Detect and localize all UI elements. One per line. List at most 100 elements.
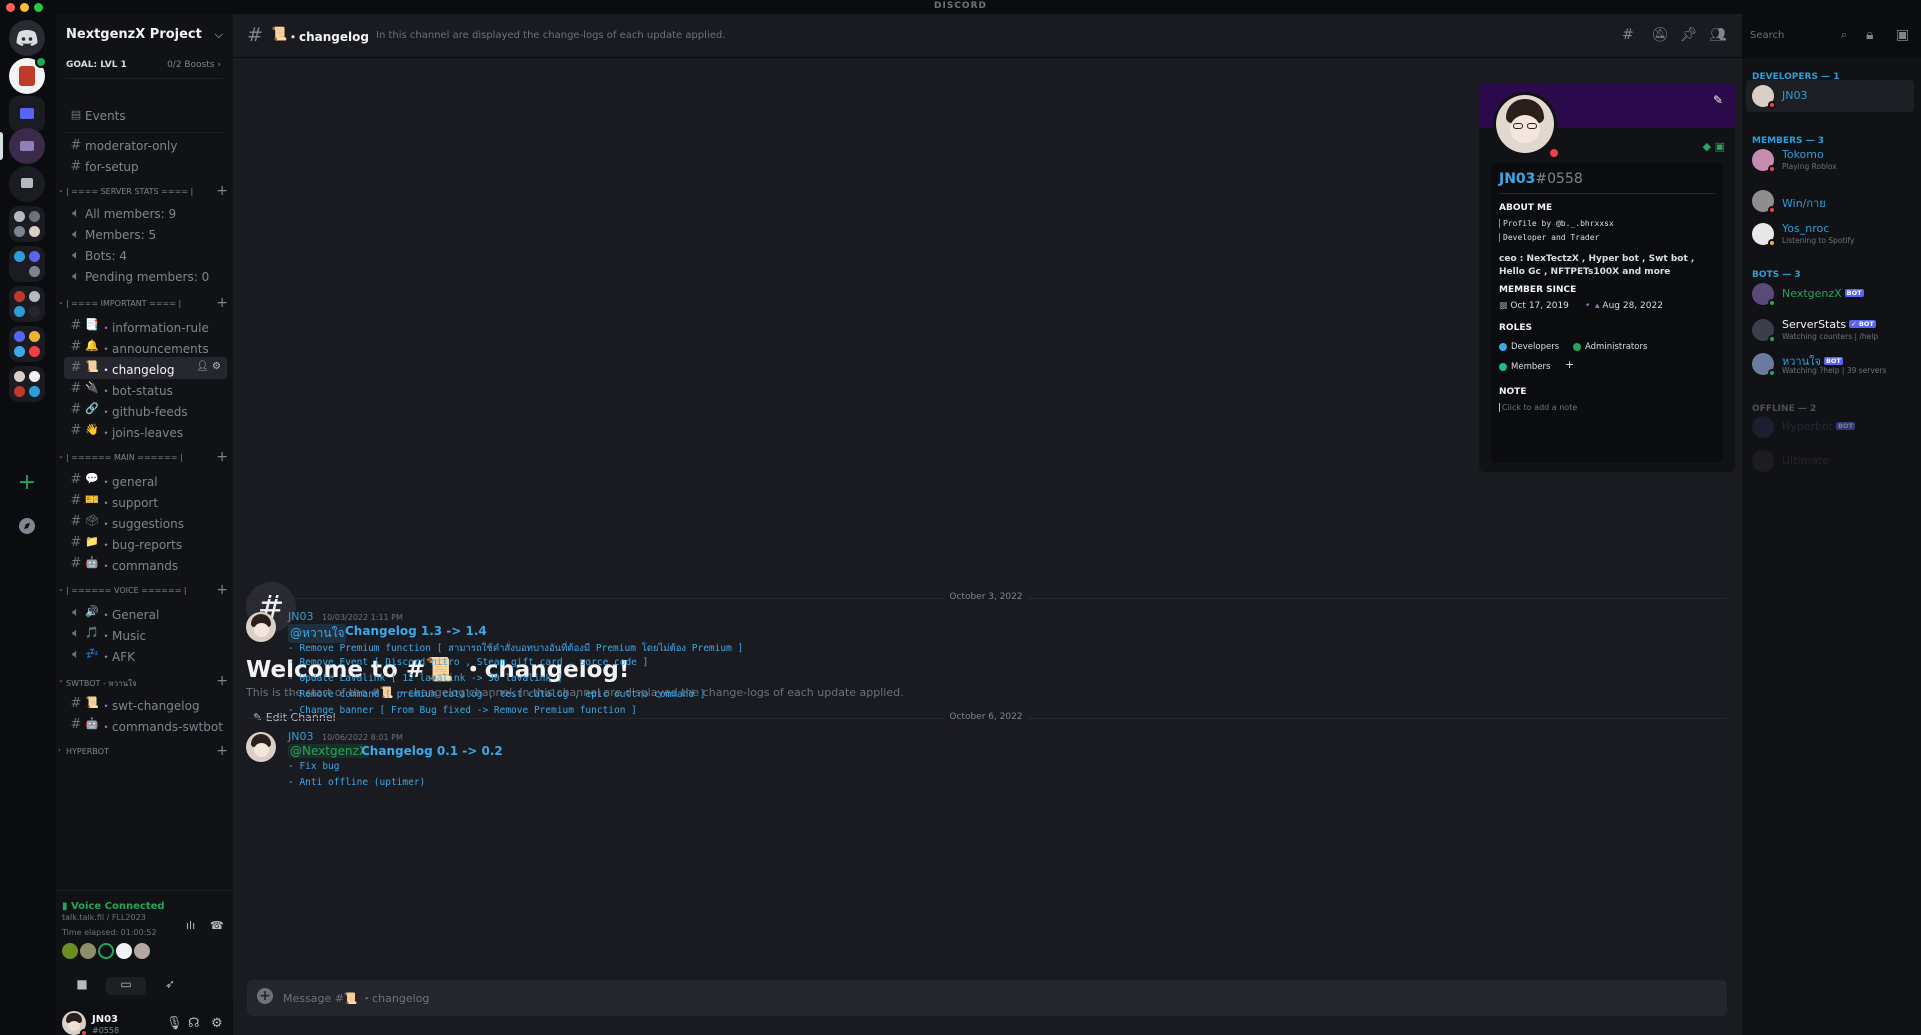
member-item[interactable]: JN03 [1746, 80, 1914, 112]
channel-moderator-only[interactable]: # moderator-only [64, 135, 227, 157]
channel-topic[interactable]: In this channel are displayed the change… [376, 30, 725, 41]
member-item[interactable]: Win/กาย [1746, 185, 1914, 217]
message-avatar[interactable] [246, 612, 276, 642]
member-item[interactable]: Yos_nroc Listening to Spotify [1746, 218, 1914, 250]
channel-emoji: 👋 [85, 423, 99, 436]
voice-participant-avatar[interactable] [116, 943, 132, 959]
inbox-icon[interactable]: ▣ [1896, 27, 1909, 43]
microphone-icon[interactable]: 🎙︎ [166, 1016, 183, 1031]
server-icon-nextgenzx[interactable] [9, 128, 45, 164]
channel-item[interactable]: # 🤖 ・commands-swtbot [64, 714, 227, 736]
voice-participant-avatar[interactable] [80, 943, 96, 959]
channel-item[interactable]: 🔈︎ 🔊 ・General [64, 602, 227, 624]
noise-suppression-icon[interactable]: ılı [186, 919, 195, 932]
server-header[interactable]: NextgenzX Project ⌵ [56, 14, 233, 58]
boost-count[interactable]: 0/2 Boosts › [167, 60, 221, 70]
channel-item[interactable]: # 🔔 ・announcements [64, 336, 227, 358]
category-header[interactable]: ⌄ | ====== VOICE ====== | + [58, 582, 228, 599]
threads-icon[interactable]: # [1622, 27, 1634, 43]
server-folder-5[interactable] [9, 366, 45, 402]
category-header[interactable]: ⌄ | ==== SERVER STATS ==== | + [58, 183, 228, 200]
channel-item[interactable]: 🔈︎ Pending members: 0 [64, 266, 227, 288]
channel-item[interactable]: # 👋 ・joins-leaves [64, 420, 227, 442]
member-item[interactable]: NextgenzX BOT [1746, 278, 1914, 310]
member-name: NextgenzX BOT [1782, 287, 1864, 300]
pencil-icon[interactable]: ✎ [1713, 93, 1723, 107]
channel-item[interactable]: 🔈︎ 💤 ・AFK [64, 644, 227, 666]
member-item[interactable]: Ultimate [1746, 445, 1914, 477]
channel-item[interactable]: 🔈︎ All members: 9 [64, 203, 227, 225]
member-item[interactable]: หวานใจ BOT Watching ?help | 39 servers [1746, 348, 1914, 380]
channel-item[interactable]: 🔈︎ Bots: 4 [64, 245, 227, 267]
channel-item[interactable]: # 💬 ・general [64, 469, 227, 491]
channel-item[interactable]: # 📁 ・bug-reports [64, 532, 227, 554]
add-role-icon[interactable]: + [1565, 358, 1574, 371]
discord-home-button[interactable] [9, 20, 45, 56]
category-header[interactable]: ⌄ SWTBOT - หวานใจ + [58, 673, 228, 690]
create-channel-icon[interactable]: + [216, 582, 228, 598]
member-list-icon[interactable]: 👥︎ [1709, 27, 1727, 43]
server-icon-dark[interactable] [9, 166, 45, 202]
member-item[interactable]: ServerStats ✓ BOT Watching counters | /hel… [1746, 314, 1914, 346]
message-input[interactable]: + Message #📜 ・changelog [247, 980, 1727, 1016]
channel-item[interactable]: # 📜 ・swt-changelog [64, 693, 227, 715]
voice-channel[interactable]: talk.talk.fil / FLL2023 [62, 913, 146, 922]
category-header[interactable]: ⌄ | ==== IMPORTANT ==== | + [58, 295, 228, 312]
pin-icon[interactable]: 📌︎ [1680, 27, 1698, 43]
create-channel-icon[interactable]: + [216, 183, 228, 199]
search-input[interactable]: Search ⌕ [1743, 25, 1853, 47]
member-item[interactable]: Hyperbot BOT [1746, 411, 1914, 443]
server-folder-1[interactable] [9, 206, 45, 242]
message-author[interactable]: JN03 [288, 610, 313, 623]
role-chip[interactable]: Members [1495, 359, 1555, 375]
voice-participant-avatar[interactable] [98, 943, 114, 959]
explore-servers-icon[interactable] [9, 508, 45, 544]
channel-for-setup[interactable]: # for-setup [64, 156, 227, 178]
note-input[interactable]: Click to add a note [1499, 403, 1577, 412]
member-item[interactable]: Tokomo Playing Roblox [1746, 144, 1914, 176]
screen-share-icon[interactable]: ▭ [106, 977, 146, 995]
add-server-icon[interactable]: + [9, 466, 45, 502]
server-folder-2[interactable] [9, 246, 45, 282]
events-item[interactable]: ▤ Events [64, 105, 227, 127]
server-folder-4[interactable] [9, 326, 45, 362]
create-channel-icon[interactable]: + [216, 743, 228, 759]
user-mention[interactable]: @NextgenzX [288, 744, 370, 758]
message-author[interactable]: JN03 [288, 730, 313, 743]
channel-item[interactable]: 🔈︎ 🎵 ・Music [64, 623, 227, 645]
create-channel-icon[interactable]: + [216, 295, 228, 311]
channel-item[interactable]: # 📜 ・changelog 👤︎ ⚙ [64, 357, 227, 379]
channel-item[interactable]: # 🗳 ・suggestions [64, 511, 227, 533]
invite-gear-icons[interactable]: 👤︎ ⚙ [196, 361, 221, 372]
lock-icon[interactable]: 🔒︎ [1866, 27, 1873, 43]
gear-icon[interactable]: ⚙ [211, 1016, 223, 1031]
profile-body: JN03#0558 ABOUT ME Profile by @b._.bhrxx… [1491, 163, 1723, 463]
message-avatar[interactable] [246, 732, 276, 762]
role-chip[interactable]: Developers [1495, 339, 1567, 355]
headphones-icon[interactable]: ☊ [188, 1016, 200, 1031]
create-channel-icon[interactable]: + [216, 449, 228, 465]
channel-item[interactable]: # 🔗 ・github-feeds [64, 399, 227, 421]
channel-item[interactable]: # 📑 ・information-rule [64, 315, 227, 337]
channel-item[interactable]: # 🤖 ・commands [64, 553, 227, 575]
disconnect-icon[interactable]: ☎ [210, 919, 224, 932]
channel-item[interactable]: 🔈︎ Members: 5 [64, 224, 227, 246]
voice-participant-avatar[interactable] [62, 943, 78, 959]
channel-item[interactable]: # 🔌 ・bot-status [64, 378, 227, 400]
category-header[interactable]: › HYPERBOT + [58, 743, 228, 760]
notification-bell-icon[interactable]: 🔕︎ [1651, 27, 1669, 43]
server-folder-icon[interactable] [9, 96, 45, 132]
channel-label: ・General [100, 608, 160, 622]
channel-item[interactable]: # 🎫 ・support [64, 490, 227, 512]
voice-connection-panel: ▮ Voice Connected talk.talk.fil / FLL202… [56, 890, 233, 1000]
voice-status: ▮ Voice Connected [62, 901, 165, 912]
create-channel-icon[interactable]: + [216, 673, 228, 689]
camera-icon[interactable]: ■ [62, 977, 102, 995]
activity-icon[interactable]: ➶ [150, 977, 190, 995]
voice-participant-avatar[interactable] [134, 943, 150, 959]
category-header[interactable]: ⌄ | ====== MAIN ====== | + [58, 449, 228, 466]
server-icon-first[interactable] [9, 56, 47, 94]
server-folder-3[interactable] [9, 286, 45, 322]
role-chip[interactable]: Administrators [1569, 339, 1659, 355]
add-attachment-icon[interactable]: + [257, 988, 273, 1004]
